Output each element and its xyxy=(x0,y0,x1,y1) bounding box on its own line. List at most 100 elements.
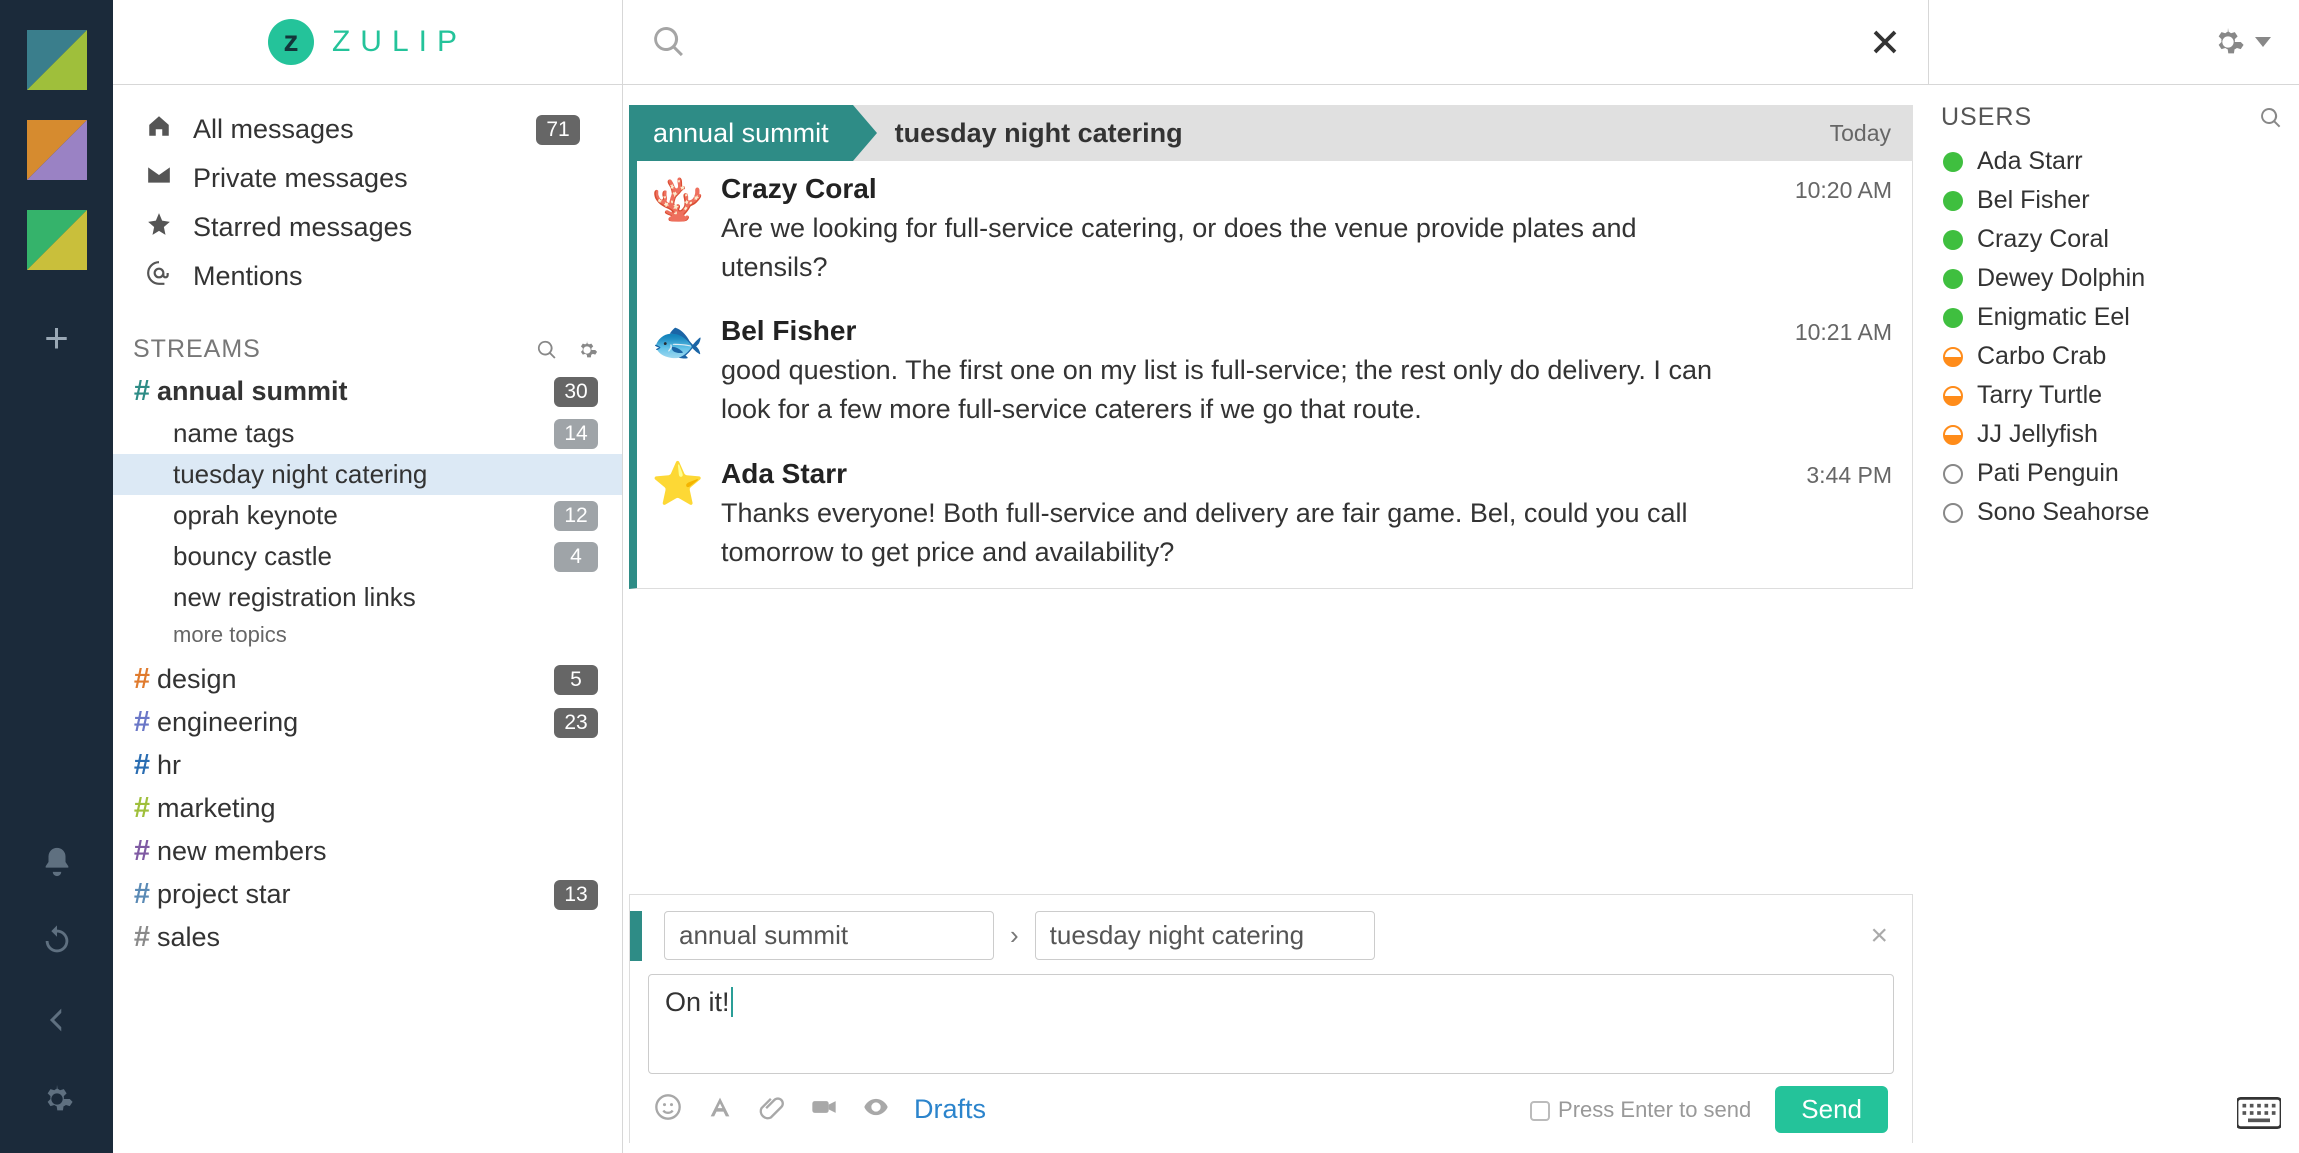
add-workspace-button[interactable]: + xyxy=(44,314,69,362)
topic-tuesday-night-catering[interactable]: tuesday night catering xyxy=(113,454,622,495)
breadcrumb-stream[interactable]: annual summit xyxy=(629,105,853,161)
nav-starred-messages[interactable]: Starred messages xyxy=(129,203,594,252)
stream-annual-summit[interactable]: #annual summit30 xyxy=(113,370,622,413)
user-jj-jellyfish[interactable]: JJ Jellyfish xyxy=(1941,415,2283,454)
refresh-icon[interactable] xyxy=(40,924,74,963)
presence-online-icon xyxy=(1943,269,1963,289)
unread-badge: 14 xyxy=(554,419,598,449)
more-topics-link[interactable]: more topics xyxy=(113,618,622,658)
settings-menu[interactable] xyxy=(1929,0,2299,84)
hash-icon: # xyxy=(127,878,157,911)
nav-block: All messages 71 Private messages Starred… xyxy=(113,85,622,309)
topic-name-tags[interactable]: name tags14 xyxy=(113,413,622,454)
user-name: Dewey Dolphin xyxy=(1977,264,2145,293)
stream-hr[interactable]: #hr xyxy=(113,744,622,787)
workspace-switch-3[interactable] xyxy=(27,210,87,270)
user-name: JJ Jellyfish xyxy=(1977,420,2098,449)
send-button[interactable]: Send xyxy=(1775,1086,1888,1133)
compose-close-icon[interactable]: × xyxy=(1870,919,1894,953)
unread-badge: 5 xyxy=(554,665,598,695)
user-bel-fisher[interactable]: Bel Fisher xyxy=(1941,181,2283,220)
hash-icon: # xyxy=(127,663,157,696)
user-tarry-turtle[interactable]: Tarry Turtle xyxy=(1941,376,2283,415)
preview-icon[interactable] xyxy=(862,1093,890,1126)
compose-topic-input[interactable]: tuesday night catering xyxy=(1035,911,1375,960)
message-row: 🪸 Crazy Coral10:20 AM Are we looking for… xyxy=(637,161,1912,303)
stream-design[interactable]: #design5 xyxy=(113,658,622,701)
user-sono-seahorse[interactable]: Sono Seahorse xyxy=(1941,493,2283,532)
press-enter-hint[interactable]: Press Enter to send xyxy=(1530,1097,1751,1123)
message-text: Thanks everyone! Both full-service and d… xyxy=(721,494,1731,572)
settings-icon[interactable] xyxy=(40,1082,74,1121)
stream-engineering[interactable]: #engineering23 xyxy=(113,701,622,744)
stream-sales[interactable]: #sales xyxy=(113,916,622,959)
user-ada-starr[interactable]: Ada Starr xyxy=(1941,142,2283,181)
app-logo[interactable]: z ZULIP xyxy=(113,0,622,85)
message-text: Are we looking for full-service catering… xyxy=(721,209,1731,287)
user-dewey-dolphin[interactable]: Dewey Dolphin xyxy=(1941,259,2283,298)
user-name: Bel Fisher xyxy=(1977,186,2090,215)
clear-search-icon[interactable] xyxy=(1870,27,1900,57)
topic-label: oprah keynote xyxy=(173,500,338,531)
bell-icon[interactable] xyxy=(40,845,74,884)
search-users-icon[interactable] xyxy=(2259,106,2283,130)
message-row: ⭐ Ada Starr3:44 PM Thanks everyone! Both… xyxy=(637,446,1912,588)
user-crazy-coral[interactable]: Crazy Coral xyxy=(1941,220,2283,259)
message-sender[interactable]: Bel Fisher xyxy=(721,315,856,347)
presence-online-icon xyxy=(1943,230,1963,250)
compose-stream-input[interactable]: annual summit xyxy=(664,911,994,960)
stream-settings-icon[interactable] xyxy=(576,339,598,361)
presence-offline-icon xyxy=(1943,503,1963,523)
user-name: Sono Seahorse xyxy=(1977,498,2149,527)
search-streams-icon[interactable] xyxy=(536,339,558,361)
compose-textarea[interactable]: On it! xyxy=(648,974,1894,1074)
message-sender[interactable]: Ada Starr xyxy=(721,458,847,490)
global-search[interactable] xyxy=(623,0,1929,84)
message-text: good question. The first one on my list … xyxy=(721,351,1731,429)
user-pati-penguin[interactable]: Pati Penguin xyxy=(1941,454,2283,493)
emoji-icon[interactable] xyxy=(654,1093,682,1126)
nav-private-messages[interactable]: Private messages xyxy=(129,154,594,203)
topic-label: tuesday night catering xyxy=(173,459,427,490)
left-sidebar: z ZULIP All messages 71 Private messages… xyxy=(113,0,623,1153)
user-enigmatic-eel[interactable]: Enigmatic Eel xyxy=(1941,298,2283,337)
gear-icon xyxy=(2211,25,2245,59)
workspace-switch-1[interactable] xyxy=(27,30,87,90)
drafts-link[interactable]: Drafts xyxy=(914,1094,986,1125)
logo-icon: z xyxy=(268,19,314,65)
presence-online-icon xyxy=(1943,308,1963,328)
user-name: Crazy Coral xyxy=(1977,225,2109,254)
breadcrumb-topic[interactable]: tuesday night catering xyxy=(895,118,1183,149)
nav-mentions[interactable]: Mentions xyxy=(129,252,594,301)
presence-offline-icon xyxy=(1943,464,1963,484)
stream-new-members[interactable]: #new members xyxy=(113,830,622,873)
workspace-switch-2[interactable] xyxy=(27,120,87,180)
hash-icon: # xyxy=(127,835,157,868)
message-time: 3:44 PM xyxy=(1806,462,1892,489)
stream-marketing[interactable]: #marketing xyxy=(113,787,622,830)
streams-list: #annual summit30name tags14 tuesday night… xyxy=(113,370,622,959)
video-icon[interactable] xyxy=(810,1093,838,1126)
users-panel: USERS Ada StarrBel FisherCrazy CoralDewe… xyxy=(1929,85,2299,1153)
topic-oprah-keynote[interactable]: oprah keynote12 xyxy=(113,495,622,536)
streams-header: STREAMS xyxy=(113,309,622,370)
topic-label: bouncy castle xyxy=(173,541,332,572)
nav-label: Mentions xyxy=(193,261,303,292)
avatar: 🐟 xyxy=(651,315,705,369)
attach-icon[interactable] xyxy=(758,1093,786,1126)
format-icon[interactable] xyxy=(706,1093,734,1126)
message-sender[interactable]: Crazy Coral xyxy=(721,173,877,205)
topic-bouncy-castle[interactable]: bouncy castle4 xyxy=(113,536,622,577)
message-row: 🐟 Bel Fisher10:21 AM good question. The … xyxy=(637,303,1912,445)
checkbox-icon[interactable] xyxy=(1530,1101,1550,1121)
star-icon xyxy=(143,211,175,244)
thread-date: Today xyxy=(1830,120,1913,147)
stream-project-star[interactable]: #project star13 xyxy=(113,873,622,916)
user-carbo-crab[interactable]: Carbo Crab xyxy=(1941,337,2283,376)
compose-stream-color xyxy=(630,911,642,961)
nav-all-messages[interactable]: All messages 71 xyxy=(129,105,594,154)
keyboard-shortcuts-icon[interactable] xyxy=(2237,1096,2281,1135)
back-icon[interactable] xyxy=(40,1003,74,1042)
thread-header: annual summit tuesday night catering Tod… xyxy=(629,105,1913,161)
topic-new-registration-links[interactable]: new registration links xyxy=(113,577,622,618)
